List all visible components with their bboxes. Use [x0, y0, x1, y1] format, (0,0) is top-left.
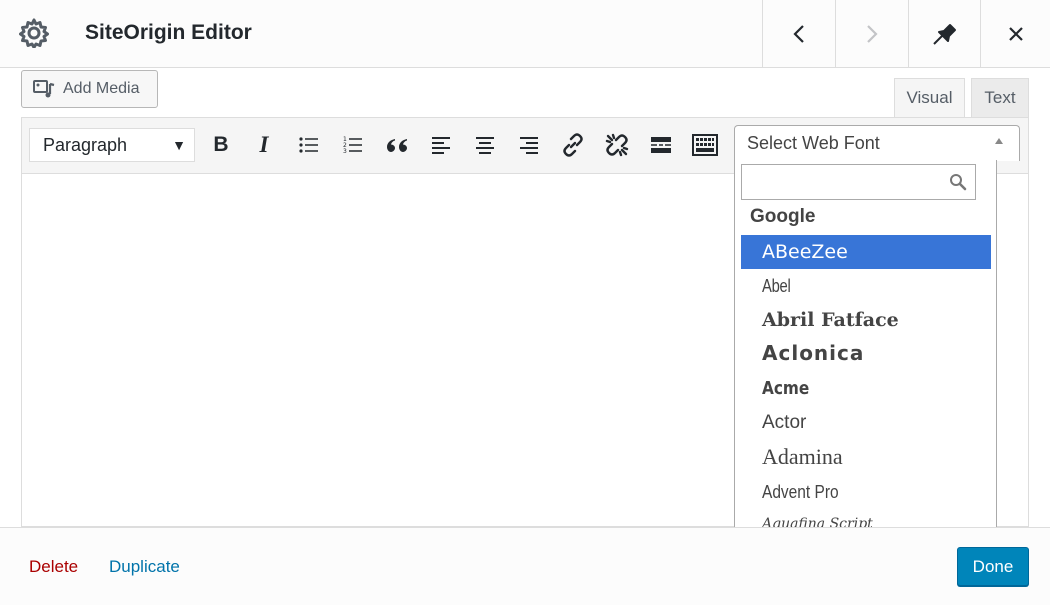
bold-icon: B — [213, 133, 229, 156]
align-right-button[interactable] — [511, 128, 547, 162]
webfont-dropdown: Google ABeeZee Abel Abril Fatface Acloni… — [734, 160, 997, 528]
add-media-button[interactable]: Add Media — [21, 70, 158, 108]
blockquote-button[interactable] — [379, 128, 415, 162]
webfont-option[interactable]: Abel — [741, 269, 991, 303]
webfont-option[interactable]: Adamina — [741, 440, 991, 474]
webfont-option[interactable]: Aguafina Script — [741, 507, 991, 527]
webfont-option[interactable]: Actor — [741, 406, 991, 440]
read-more-icon — [651, 137, 671, 153]
align-center-button[interactable] — [467, 128, 503, 162]
tab-visual[interactable]: Visual — [894, 78, 965, 118]
italic-button[interactable]: I — [246, 128, 282, 162]
toolbar-toggle-button[interactable] — [687, 128, 723, 162]
numbered-list-icon: 1 2 3 — [343, 136, 362, 155]
bulleted-list-icon — [299, 137, 318, 153]
duplicate-link[interactable]: Duplicate — [109, 557, 180, 577]
media-icon — [33, 80, 55, 98]
webfont-search-input[interactable] — [741, 164, 976, 200]
add-media-label: Add Media — [63, 80, 140, 97]
link-icon — [563, 133, 583, 157]
unlink-icon — [605, 133, 629, 157]
next-button[interactable] — [835, 0, 908, 68]
svg-text:3: 3 — [343, 148, 347, 155]
bulleted-list-button[interactable] — [291, 128, 327, 162]
modal-title: SiteOrigin Editor — [85, 21, 252, 44]
italic-icon: I — [259, 132, 269, 157]
read-more-button[interactable] — [643, 128, 679, 162]
webfont-option[interactable]: Abril Fatface — [741, 303, 991, 337]
format-select-value: Paragraph — [43, 134, 128, 155]
search-icon — [950, 174, 967, 191]
webfont-select[interactable]: Select Web Font — [734, 125, 1020, 161]
align-left-icon — [432, 137, 450, 154]
webfont-select-placeholder: Select Web Font — [747, 133, 880, 153]
close-icon — [1008, 27, 1023, 41]
blockquote-icon — [387, 139, 407, 152]
webfont-option[interactable]: ABeeZee — [741, 235, 991, 269]
webfont-option[interactable]: Advent Pro — [741, 475, 991, 509]
pin-button[interactable] — [908, 0, 981, 68]
format-select[interactable]: Paragraph ▼ — [29, 128, 195, 162]
webfont-option[interactable]: Aclonica — [741, 336, 991, 370]
align-right-icon — [520, 137, 538, 154]
tab-text[interactable]: Text — [971, 78, 1029, 118]
align-left-button[interactable] — [423, 128, 459, 162]
caret-up-icon — [995, 138, 1003, 144]
remove-link-button[interactable] — [599, 128, 635, 162]
modal-header: SiteOrigin Editor — [0, 0, 1050, 68]
pin-icon — [933, 24, 956, 45]
keyboard-icon — [692, 134, 718, 156]
webfont-option[interactable]: Acme — [741, 371, 991, 405]
align-center-icon — [476, 137, 494, 154]
previous-button[interactable] — [762, 0, 835, 68]
insert-link-button[interactable] — [555, 128, 591, 162]
delete-link[interactable]: Delete — [29, 557, 78, 577]
chevron-left-icon — [793, 25, 804, 43]
bold-button[interactable]: B — [203, 128, 239, 162]
chevron-right-icon — [867, 25, 878, 43]
webfont-group-label: Google — [750, 206, 816, 227]
gear-icon — [18, 17, 50, 49]
done-button[interactable]: Done — [957, 547, 1029, 586]
close-button[interactable] — [980, 0, 1050, 68]
numbered-list-button[interactable]: 1 2 3 — [335, 128, 371, 162]
caret-down-icon: ▼ — [172, 137, 186, 153]
